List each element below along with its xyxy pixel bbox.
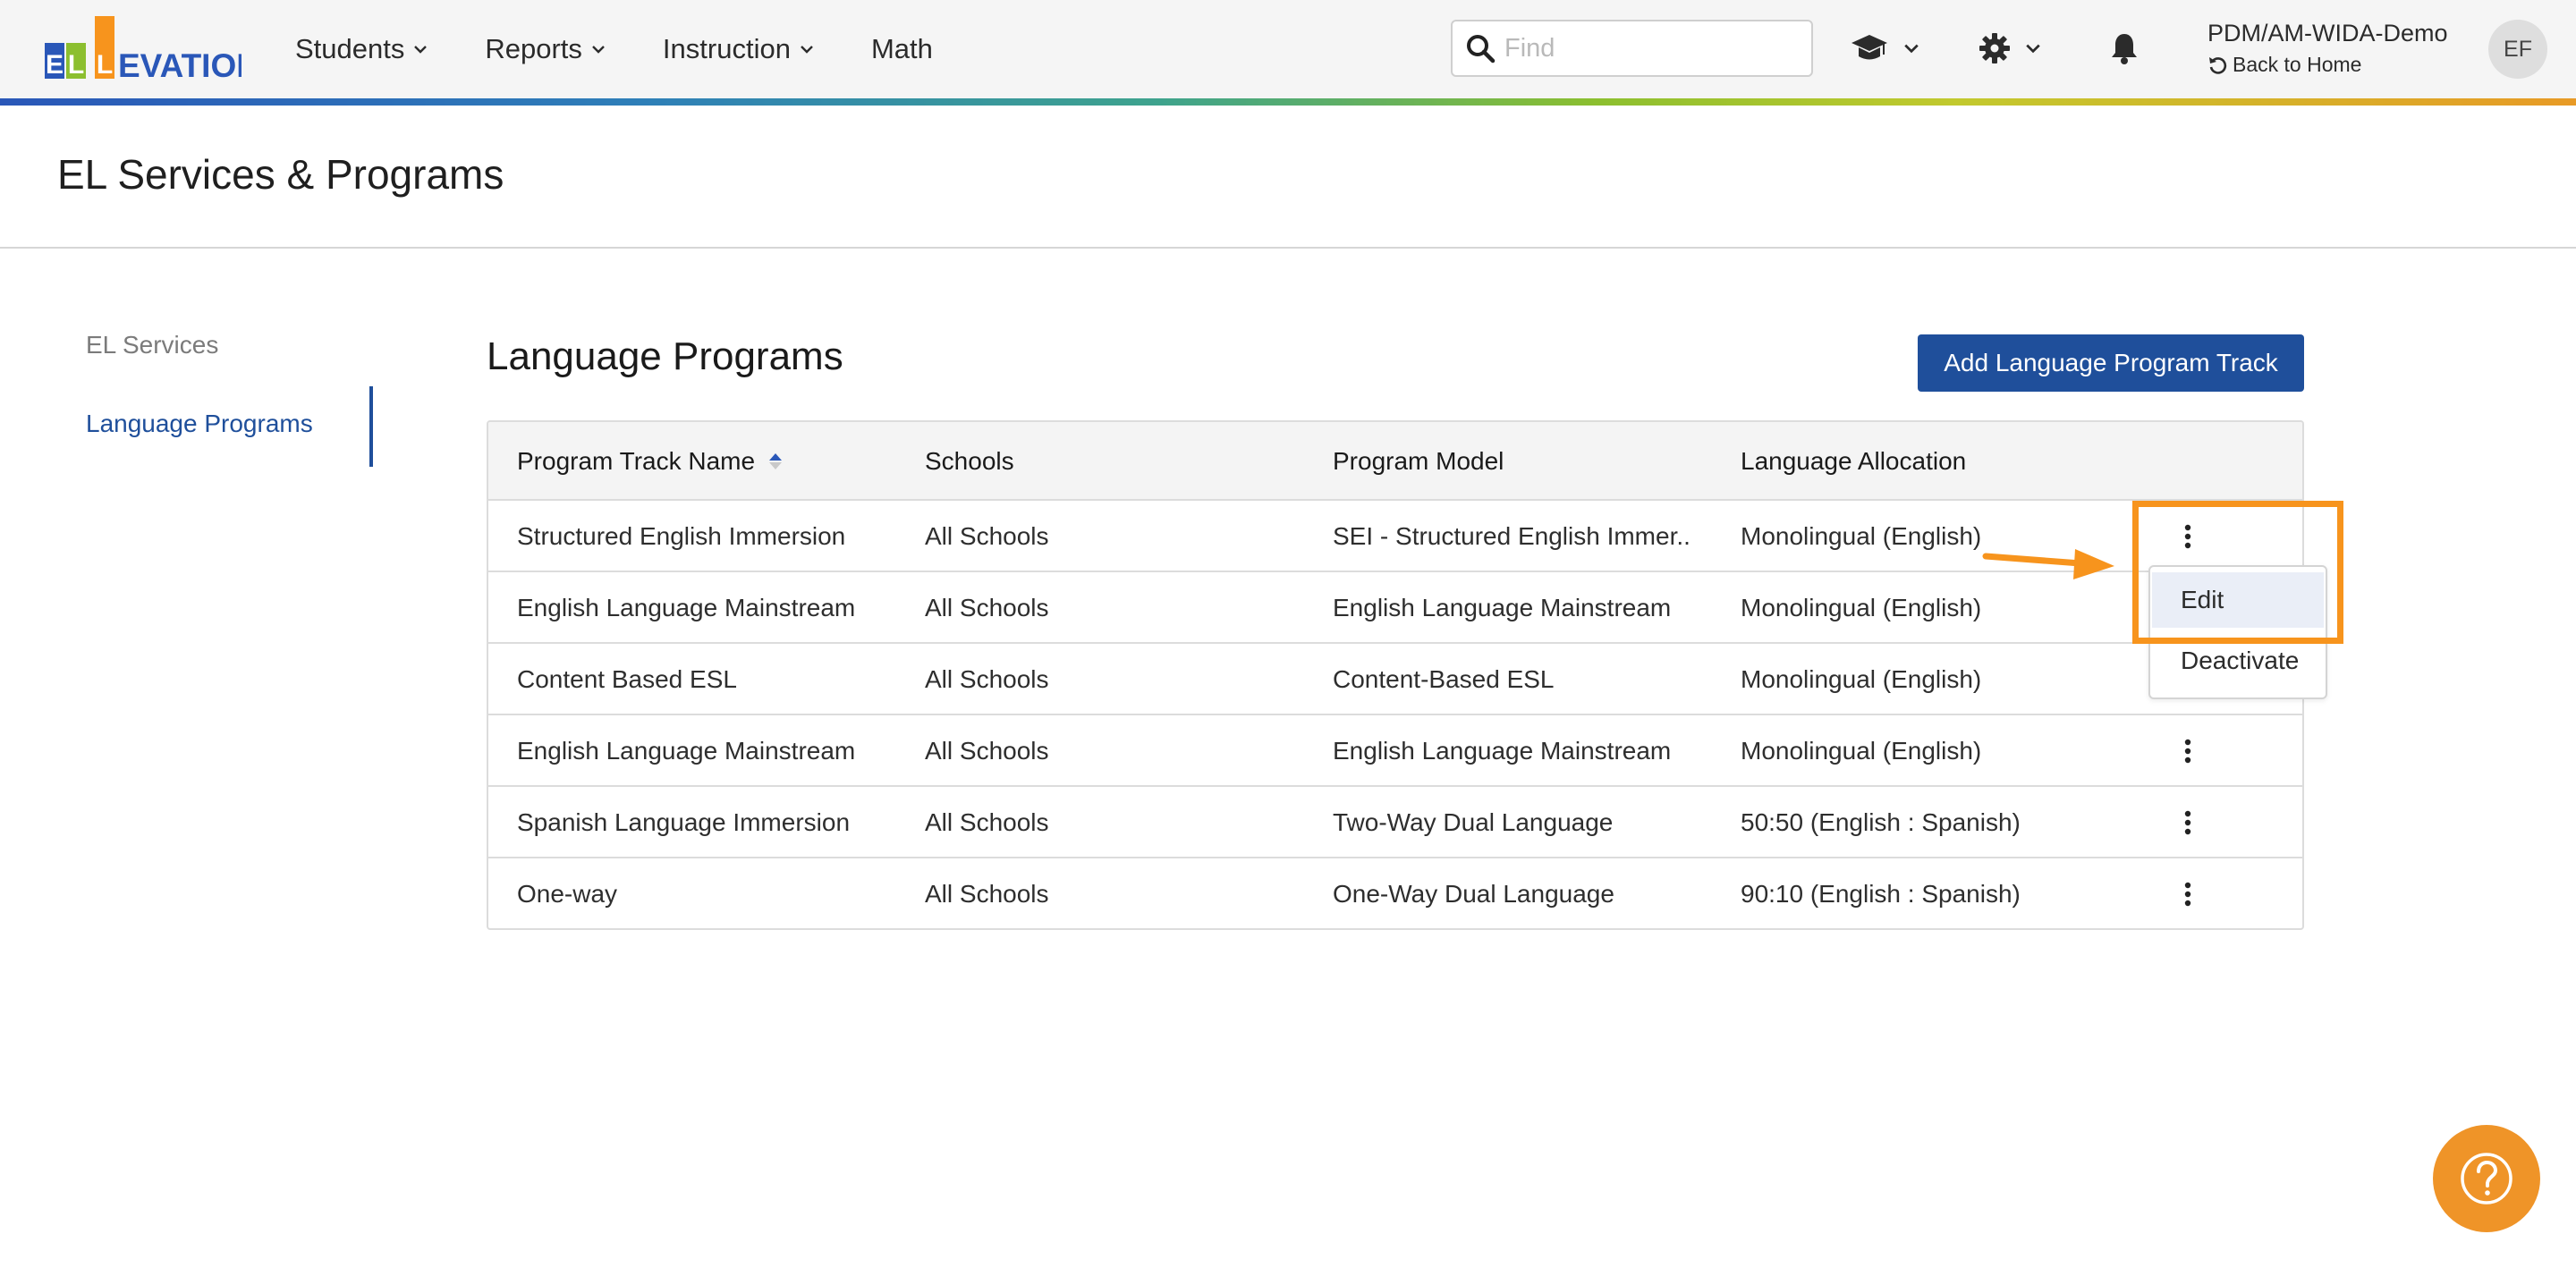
search-icon [1467, 35, 1496, 63]
column-header-language-allocation[interactable]: Language Allocation [1741, 422, 1966, 501]
brand-gradient-strip [0, 98, 2576, 106]
question-mark-icon [2461, 1153, 2512, 1205]
section-title: Language Programs [487, 334, 843, 378]
table-header: Program Track Name Schools Program Model… [488, 422, 2302, 501]
svg-text:L: L [68, 50, 84, 80]
schools-cell: All Schools [925, 737, 1049, 765]
search-field[interactable] [1451, 20, 1813, 77]
row-actions-button[interactable] [2170, 733, 2206, 769]
bell-icon [2112, 34, 2137, 64]
program-model-cell: One-Way Dual Language [1333, 880, 1614, 908]
table-row: English Language Mainstream All Schools … [488, 715, 2302, 787]
ellevation-logo[interactable]: E L L EVATION [43, 16, 242, 80]
language-allocation-cell: Monolingual (English) [1741, 737, 1982, 765]
schools-cell: All Schools [925, 522, 1049, 550]
chevron-down-icon [1904, 44, 1919, 54]
back-to-home-link[interactable]: Back to Home [2207, 53, 2448, 77]
graduation-cap-icon [1852, 35, 1887, 60]
more-vertical-icon [2184, 810, 2191, 835]
language-allocation-cell: 90:10 (English : Spanish) [1741, 880, 2021, 908]
language-allocation-cell: Monolingual (English) [1741, 665, 1982, 693]
svg-text:E: E [46, 50, 64, 80]
program-model-cell: English Language Mainstream [1333, 594, 1672, 621]
program-model-cell: SEI - Structured English Immer... [1333, 522, 1690, 550]
nav-instruction[interactable]: Instruction [663, 33, 814, 65]
nav-reports-label: Reports [485, 33, 582, 64]
language-allocation-cell: Monolingual (English) [1741, 522, 1982, 550]
sidebar-item-language-programs[interactable]: Language Programs [86, 410, 313, 438]
program-model-cell: Content-Based ESL [1333, 665, 1555, 693]
sidebar-item-el-services[interactable]: EL Services [86, 331, 218, 359]
chevron-down-icon [592, 46, 605, 54]
language-allocation-cell: 50:50 (English : Spanish) [1741, 808, 2021, 836]
header-divider [0, 247, 2576, 249]
language-allocation-cell: Monolingual (English) [1741, 594, 1982, 621]
schools-cell: All Schools [925, 880, 1049, 908]
avatar[interactable]: EF [2488, 20, 2547, 79]
chevron-down-icon [414, 46, 428, 54]
annotation-arrow-icon [1982, 549, 2114, 579]
settings-menu-button[interactable] [1979, 25, 2041, 72]
nav-students-label: Students [295, 33, 405, 64]
school-menu-button[interactable] [1850, 25, 1919, 72]
row-actions-button[interactable] [2170, 876, 2206, 912]
table-row: Spanish Language Immersion All Schools T… [488, 787, 2302, 858]
sidebar-active-indicator [369, 386, 373, 467]
nav-reports[interactable]: Reports [485, 33, 606, 65]
account-name: PDM/AM-WIDA-Demo [2207, 20, 2448, 46]
help-button[interactable] [2433, 1125, 2540, 1232]
top-navigation-bar: E L L EVATION Students Reports Instructi… [0, 0, 2576, 98]
table-row: English Language Mainstream All Schools … [488, 572, 2302, 644]
user-info: PDM/AM-WIDA-Demo Back to Home [2207, 20, 2448, 77]
chevron-down-icon [2026, 44, 2040, 54]
chevron-down-icon [801, 46, 813, 54]
table-row: Content Based ESL All Schools Content-Ba… [488, 644, 2302, 715]
svg-text:EVATION: EVATION [118, 47, 242, 80]
column-header-program-model[interactable]: Program Model [1333, 422, 1504, 501]
search-input[interactable] [1504, 33, 1800, 63]
nav-instruction-label: Instruction [662, 33, 791, 64]
annotation-highlight-box [2132, 501, 2343, 644]
program-track-name-cell: Spanish Language Immersion [517, 808, 851, 836]
more-vertical-icon [2184, 882, 2191, 907]
gear-icon [1979, 33, 2010, 63]
column-header-label: Program Track Name [517, 447, 756, 475]
program-model-cell: English Language Mainstream [1333, 737, 1672, 765]
main-menu: Students Reports Instruction Math [295, 0, 990, 98]
sort-ascending-icon[interactable] [767, 452, 784, 471]
back-to-home-label: Back to Home [2233, 53, 2362, 76]
nav-students[interactable]: Students [295, 33, 428, 65]
schools-cell: All Schools [925, 808, 1049, 836]
undo-icon [2209, 56, 2227, 74]
more-vertical-icon [2184, 739, 2191, 764]
program-track-name-cell: English Language Mainstream [517, 594, 856, 621]
notifications-button[interactable] [2109, 25, 2140, 72]
language-programs-table: Program Track Name Schools Program Model… [487, 420, 2304, 930]
schools-cell: All Schools [925, 594, 1049, 621]
program-model-cell: Two-Way Dual Language [1333, 808, 1614, 836]
nav-math-label: Math [870, 33, 933, 64]
nav-math[interactable]: Math [871, 33, 933, 65]
row-actions-button[interactable] [2170, 805, 2206, 841]
program-track-name-cell: One-way [517, 880, 618, 908]
svg-text:L: L [97, 50, 113, 80]
program-track-name-cell: Structured English Immersion [517, 522, 846, 550]
table-row: One-way All Schools One-Way Dual Languag… [488, 858, 2302, 928]
column-header-schools[interactable]: Schools [925, 422, 1014, 501]
page-title: EL Services & Programs [57, 151, 504, 198]
schools-cell: All Schools [925, 665, 1049, 693]
program-track-name-cell: Content Based ESL [517, 665, 737, 693]
column-header-program-track-name[interactable]: Program Track Name [517, 422, 784, 501]
add-language-program-track-button[interactable]: Add Language Program Track [1918, 334, 2304, 392]
program-track-name-cell: English Language Mainstream [517, 737, 856, 765]
